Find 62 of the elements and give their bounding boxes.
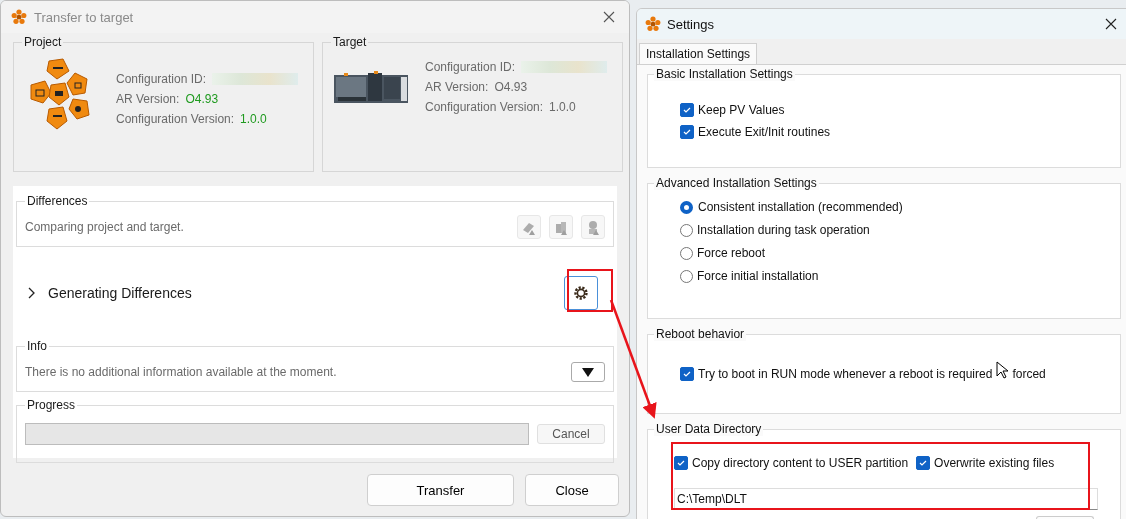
chevron-right-icon[interactable] <box>26 287 36 299</box>
dialog-button[interactable]: Transfer <box>367 474 514 506</box>
radio-label[interactable]: Consistent installation (recommended) <box>698 198 903 216</box>
group-title: Basic Installation Settings <box>654 67 795 81</box>
group-title: Info <box>26 339 48 353</box>
field-label: AR Version: <box>425 79 489 96</box>
checkbox[interactable] <box>680 125 694 139</box>
checkbox-label[interactable]: Execute Exit/Init routines <box>698 123 831 141</box>
checkbox-label[interactable]: Keep PV Values <box>698 101 785 119</box>
checkmark-icon <box>918 458 929 468</box>
window-title: Settings <box>667 16 715 32</box>
radio-button[interactable] <box>680 269 693 283</box>
field-value: 1.0.0 <box>549 99 576 116</box>
group-title: Differences <box>26 194 89 208</box>
dialog-button[interactable]: Close <box>525 474 619 506</box>
group-title: Target <box>332 35 368 49</box>
triangle-down-icon <box>582 367 594 377</box>
field-value: O4.93 <box>185 91 219 108</box>
cancel-button[interactable]: Cancel <box>537 424 605 444</box>
group-title: Reboot behavior <box>654 327 747 341</box>
checkmark-icon <box>682 105 692 115</box>
mouse-cursor-icon <box>996 361 1009 379</box>
gear-icon <box>572 284 590 302</box>
checkbox[interactable] <box>680 367 694 381</box>
highlight-frame <box>567 269 613 312</box>
checkbox[interactable] <box>674 456 688 470</box>
checkbox-label-continuation: forced <box>1012 366 1046 383</box>
status-text: Comparing project and target. <box>25 220 184 234</box>
field-label: Configuration ID: <box>425 59 516 76</box>
tab[interactable]: Installation Settings <box>639 43 758 64</box>
info-text: There is no additional information available at the moment. <box>25 365 337 379</box>
checkmark-icon <box>676 458 686 468</box>
field-label: AR Version: <box>116 91 180 108</box>
field-label: Configuration ID: <box>116 71 207 88</box>
checkbox[interactable] <box>680 103 694 117</box>
group-title: User Data Directory <box>654 422 764 436</box>
field-value: 1.0.0 <box>240 111 267 128</box>
path-field[interactable]: C:\Temp\DLT <box>674 488 1098 510</box>
checkbox-label[interactable]: Overwrite existing files <box>934 454 1055 472</box>
field-label: Configuration Version: <box>116 111 235 128</box>
settings-button[interactable] <box>564 276 598 310</box>
radio-label[interactable]: Force initial installation <box>697 267 819 285</box>
radio-button[interactable] <box>680 223 693 237</box>
app-logo-icon <box>645 16 661 32</box>
section-heading: Generating Differences <box>48 285 193 301</box>
window-title: Transfer to target <box>34 9 135 25</box>
radio-button[interactable] <box>680 200 693 214</box>
app-logo-icon <box>11 9 27 25</box>
group-title: Progress <box>26 398 77 412</box>
checkmark-icon <box>682 369 692 379</box>
checkbox-label[interactable]: Copy directory content to USER partition <box>692 454 909 472</box>
field-value: O4.93 <box>494 79 528 96</box>
radio-label[interactable]: Installation during task operation <box>697 221 870 239</box>
checkbox[interactable] <box>916 456 931 470</box>
expand-button[interactable] <box>571 362 605 382</box>
radio-label[interactable]: Force reboot <box>697 244 766 262</box>
group-title: Advanced Installation Settings <box>654 176 819 190</box>
radio-button[interactable] <box>680 246 693 260</box>
checkbox-label[interactable]: Try to boot in RUN mode whenever a reboot is required <box>698 365 993 383</box>
group-title: Project <box>23 35 63 49</box>
checkmark-icon <box>682 127 692 137</box>
field-label: Configuration Version: <box>425 99 544 116</box>
